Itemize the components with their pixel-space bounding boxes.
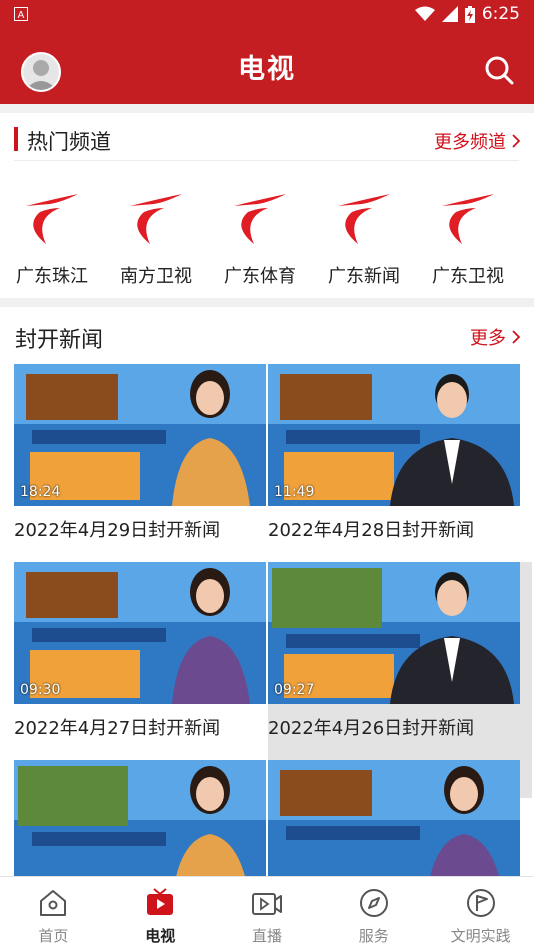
tab-home[interactable]: 首页 (0, 877, 107, 950)
video-thumbnail: 09:27 (268, 562, 520, 704)
flag-circle-icon (466, 889, 495, 917)
channel-logo-icon (130, 194, 182, 244)
channel-item[interactable]: 广东体育 (208, 182, 312, 292)
channel-item[interactable]: 广东新闻 (312, 182, 416, 292)
more-news-label: 更多 (470, 328, 506, 349)
channel-name: 南方卫视 (120, 266, 192, 287)
video-duration: 11:49 (274, 484, 315, 500)
wifi-icon (414, 6, 435, 21)
channel-logo-icon (338, 194, 390, 244)
tab-live[interactable]: 直播 (214, 877, 321, 950)
video-title: 2022年4月27日封开新闻 (14, 718, 221, 739)
tab-tv[interactable]: 电视 (107, 877, 214, 950)
video-duration: 09:27 (274, 682, 315, 698)
video-thumbnail: 18:24 (14, 364, 266, 506)
video-title: 2022年4月28日封开新闻 (268, 520, 475, 541)
section-accent-bar (14, 127, 18, 151)
video-card[interactable]: 09:30 2022年4月27日封开新闻 (14, 562, 266, 740)
more-channels-label: 更多频道 (434, 132, 506, 153)
video-thumbnail: 09:30 (14, 562, 266, 704)
tab-label: 首页 (38, 927, 69, 945)
status-bar: A 6:25 (0, 0, 534, 28)
live-video-icon (251, 893, 282, 915)
page-title: 电视 (238, 53, 296, 85)
video-duration: 18:24 (20, 484, 61, 500)
chevron-right-icon (512, 134, 520, 148)
more-channels-link[interactable]: 更多频道 (434, 128, 520, 154)
channel-name: 广东体育 (224, 266, 296, 287)
tab-service[interactable]: 服务 (320, 877, 427, 950)
video-card[interactable]: 11:49 2022年4月28日封开新闻 (268, 364, 520, 542)
channel-item[interactable]: 南方卫视 (104, 182, 208, 292)
home-icon (40, 890, 67, 916)
video-card[interactable]: 18:24 2022年4月29日封开新闻 (14, 364, 266, 542)
channel-logo-icon (26, 194, 78, 244)
channel-name: 广东卫视 (432, 266, 504, 287)
channel-logo-icon (234, 194, 286, 244)
bottom-tab-bar: 首页 电视 直播 服务 文明实践 (0, 876, 534, 950)
tab-civilization-practice[interactable]: 文明实践 (427, 877, 534, 950)
avatar[interactable] (21, 52, 61, 92)
tab-label: 文明实践 (450, 927, 511, 945)
channel-item[interactable]: 广东珠江 (0, 182, 104, 292)
app-a-icon: A (14, 7, 28, 21)
channel-name: 广东珠江 (16, 266, 88, 287)
video-title: 2022年4月29日封开新闻 (14, 520, 221, 541)
battery-charging-icon (464, 5, 475, 23)
video-thumbnail: 11:49 (268, 364, 520, 506)
svg-text:A: A (18, 10, 25, 21)
search-icon[interactable] (484, 55, 514, 85)
hot-channels-title: 热门频道 (27, 130, 111, 154)
app-header: 电视 (0, 28, 534, 104)
tab-label: 服务 (358, 927, 389, 945)
video-title: 2022年4月26日封开新闻 (268, 718, 475, 739)
signal-icon (441, 6, 458, 22)
news-section-title: 封开新闻 (15, 328, 104, 353)
user-avatar-icon (25, 60, 57, 90)
more-news-link[interactable]: 更多 (470, 324, 520, 350)
channel-name: 广东新闻 (328, 266, 400, 287)
section-divider (0, 298, 534, 307)
channel-item[interactable]: 广东卫视 (416, 182, 520, 292)
chevron-right-icon (512, 330, 520, 344)
compass-icon (359, 889, 388, 917)
channel-logo-icon (442, 194, 494, 244)
channel-list: 广东珠江 南方卫视 广东体育 广东新闻 广东卫视 (0, 182, 534, 292)
divider-line (14, 160, 519, 161)
video-duration: 09:30 (20, 682, 61, 698)
section-divider (0, 104, 534, 113)
tv-icon (147, 888, 174, 915)
tab-label: 直播 (251, 927, 282, 945)
status-time: 6:25 (481, 4, 520, 24)
tab-label: 电视 (145, 927, 176, 945)
